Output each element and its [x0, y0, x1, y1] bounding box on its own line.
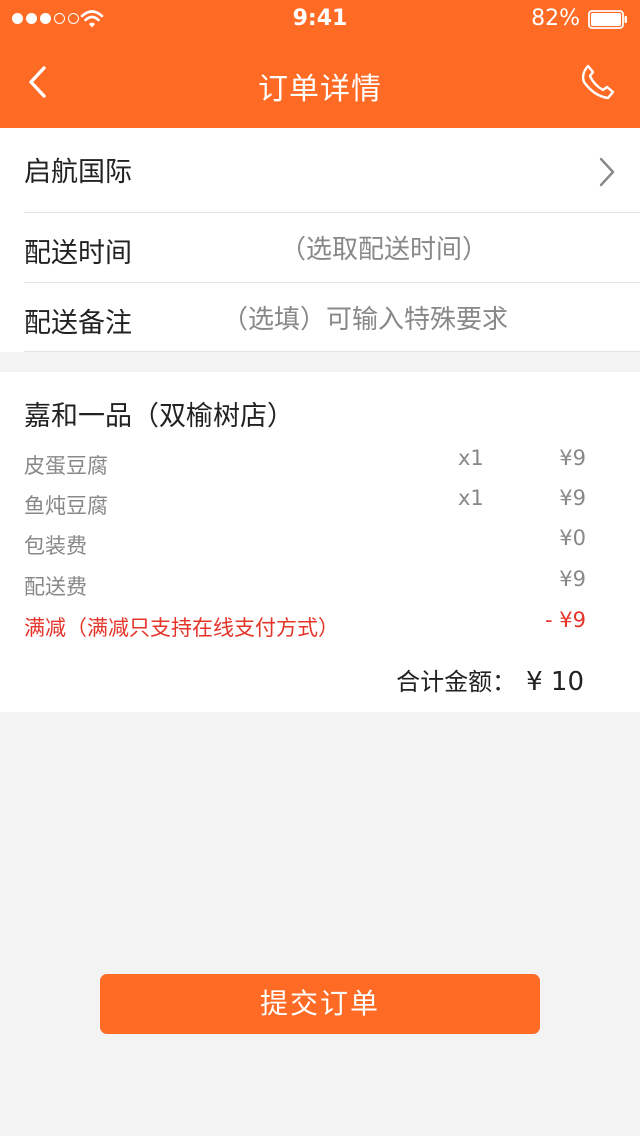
- battery-percent: 82%: [531, 6, 580, 31]
- order-item: 鱼炖豆腐 x1 ¥9: [24, 486, 616, 520]
- delivery-note-input[interactable]: （选填）可输入特殊要求: [222, 299, 508, 336]
- item-name: 皮蛋豆腐: [24, 454, 108, 478]
- packaging-fee-price: ¥0: [559, 526, 586, 550]
- nav-bar: 订单详情: [0, 40, 640, 128]
- header: 9:41 82% 订单详情: [0, 0, 640, 128]
- submit-order-button[interactable]: 提交订单: [100, 974, 540, 1034]
- item-price: ¥9: [559, 486, 586, 510]
- address-row[interactable]: 启航国际: [24, 128, 640, 213]
- status-bar: 9:41 82%: [0, 0, 640, 40]
- packaging-fee-label: 包装费: [24, 534, 87, 558]
- item-name: 鱼炖豆腐: [24, 494, 108, 518]
- order-total: 合计金额： ¥ 10: [396, 662, 584, 697]
- delivery-fee-price: ¥9: [559, 567, 586, 591]
- discount-row: 满减（满减只支持在线支付方式） - ¥9: [24, 608, 616, 642]
- order-detail-page: 9:41 82% 订单详情 启航国际 配送时间 （选取配送时间） 配送备注 （选…: [0, 0, 640, 1136]
- delivery-time-selector[interactable]: （选取配送时间）: [280, 229, 488, 266]
- battery-icon: [588, 10, 627, 29]
- phone-icon[interactable]: [578, 62, 618, 102]
- delivery-info-section: 启航国际 配送时间 （选取配送时间） 配送备注 （选填）可输入特殊要求: [0, 128, 640, 352]
- item-price: ¥9: [559, 446, 586, 470]
- packaging-fee-row: 包装费 ¥0: [24, 526, 616, 560]
- order-item: 皮蛋豆腐 x1 ¥9: [24, 446, 616, 480]
- delivery-fee-label: 配送费: [24, 575, 87, 599]
- delivery-note-row[interactable]: 配送备注 （选填）可输入特殊要求: [24, 283, 640, 352]
- order-summary-section: 嘉和一品（双榆树店） 皮蛋豆腐 x1 ¥9 鱼炖豆腐 x1 ¥9 包装费 ¥0 …: [0, 372, 640, 712]
- item-quantity: x1: [458, 486, 484, 510]
- delivery-time-row[interactable]: 配送时间 （选取配送时间）: [24, 213, 640, 283]
- address-label: 启航国际: [24, 157, 132, 188]
- discount-label: 满减（满减只支持在线支付方式）: [24, 616, 339, 640]
- page-title: 订单详情: [258, 72, 382, 107]
- shop-name: 嘉和一品（双榆树店）: [24, 401, 294, 432]
- discount-price: - ¥9: [545, 608, 586, 632]
- total-label: 合计金额：: [396, 668, 517, 696]
- delivery-fee-row: 配送费 ¥9: [24, 567, 616, 601]
- item-quantity: x1: [458, 446, 484, 470]
- delivery-note-label: 配送备注: [24, 308, 132, 339]
- delivery-time-label: 配送时间: [24, 238, 132, 269]
- chevron-right-icon: [599, 157, 615, 187]
- total-amount: ¥ 10: [526, 667, 584, 697]
